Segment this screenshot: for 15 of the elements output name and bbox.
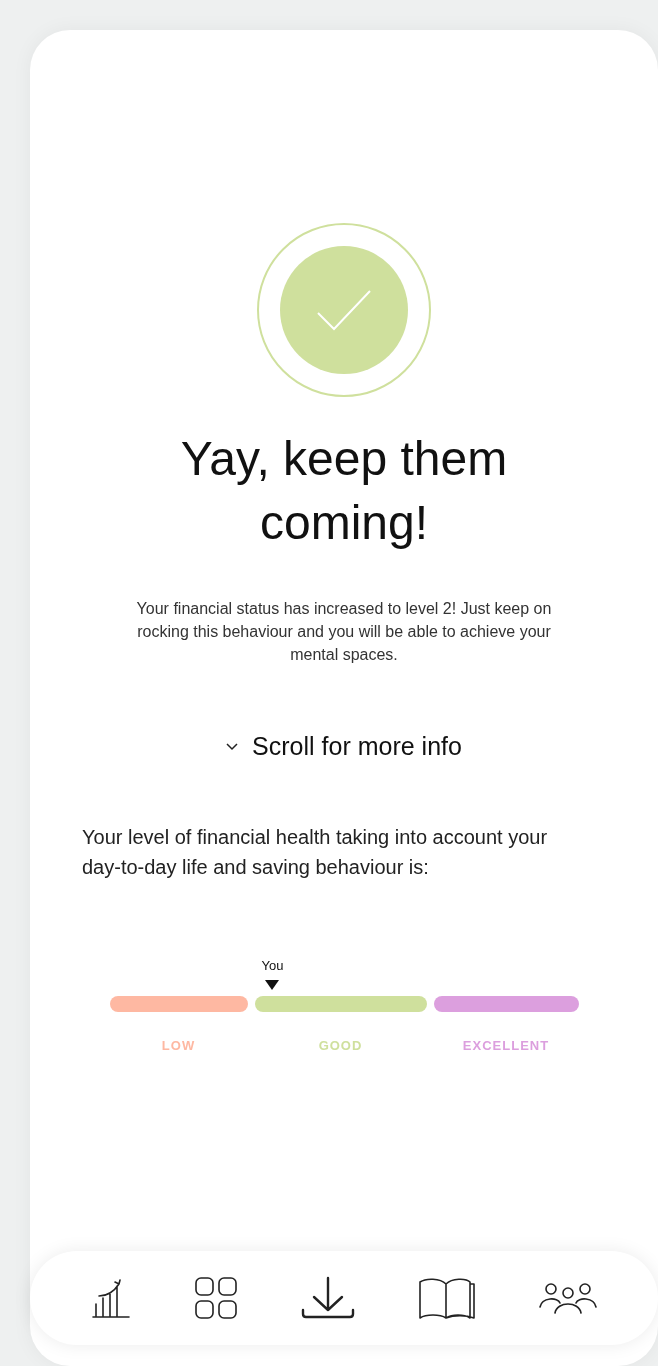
result-message: Your financial status has increased to level 2! Just keep on rocking this behaviour and you will be able to achieve your mental spaces. <box>135 599 553 665</box>
result-title: Yay, keep them coming! <box>179 431 509 551</box>
level-label: EXCELLENT <box>462 1036 550 1055</box>
book-icon <box>418 1276 477 1320</box>
health-description: Your level of financial health taking into account your day-to-day life and saving behaviour is: <box>82 824 549 880</box>
people-icon <box>538 1281 597 1315</box>
grid-icon <box>193 1276 238 1320</box>
level-label: GOOD <box>318 1036 363 1055</box>
level-label: LOW <box>161 1036 196 1055</box>
chevron-down-icon <box>226 742 239 751</box>
checkmark-icon <box>316 289 372 331</box>
scroll-hint[interactable]: Scroll for more info <box>226 728 462 766</box>
download-icon <box>299 1276 356 1320</box>
marker-label: You <box>261 957 284 974</box>
bar-chart-icon <box>91 1276 132 1320</box>
